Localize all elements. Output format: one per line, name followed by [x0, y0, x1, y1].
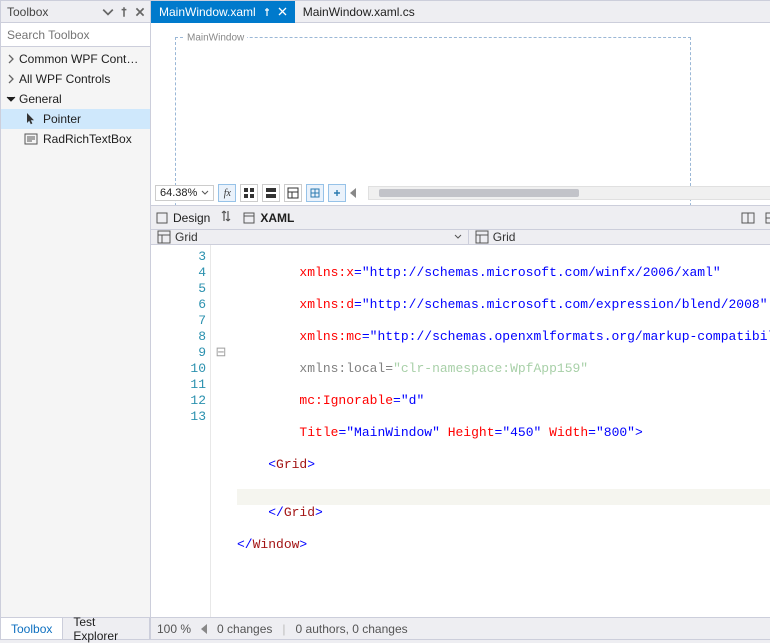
category-all-wpf[interactable]: All WPF Controls	[1, 69, 150, 89]
zoom-value: 64.38%	[160, 187, 197, 199]
toolbox-bottom-tabs: Toolbox Test Explorer	[1, 617, 150, 639]
authors-indicator[interactable]: 0 authors, 0 changes	[296, 622, 408, 636]
category-common-wpf[interactable]: Common WPF Cont…	[1, 49, 150, 69]
line-number-gutter: 3 4 5 6 7 8 9 10 11 12 13	[151, 245, 211, 617]
design-pane-tab[interactable]: Design	[155, 211, 210, 225]
pin-icon[interactable]	[118, 6, 130, 18]
effects-toggle-button[interactable]: fx	[218, 184, 236, 202]
xaml-label: XAML	[260, 211, 294, 225]
design-window-title: MainWindow	[184, 33, 247, 44]
swap-panes-icon[interactable]	[220, 209, 232, 226]
layout-button[interactable]	[284, 184, 302, 202]
zoom-level-dropdown[interactable]: 64.38%	[155, 185, 214, 201]
tab-test-explorer[interactable]: Test Explorer	[63, 618, 150, 639]
doc-tab-label: MainWindow.xaml.cs	[303, 5, 415, 19]
category-general[interactable]: General	[1, 89, 150, 109]
element-dropdown-right[interactable]: Grid	[469, 230, 770, 244]
designer-horizontal-scrollbar[interactable]	[368, 186, 770, 200]
category-label: Common WPF Cont…	[19, 52, 138, 66]
toolbox-search-input[interactable]	[1, 26, 168, 44]
chevron-right-icon	[5, 53, 17, 65]
tab-label: Test Explorer	[73, 615, 139, 643]
design-icon	[155, 211, 169, 225]
dropdown-value: Grid	[493, 230, 516, 244]
main-area: MainWindow.xaml MainWindow.xaml.cs MainW…	[151, 1, 770, 639]
snaplines-button[interactable]	[262, 184, 280, 202]
scrollbar-thumb[interactable]	[379, 189, 579, 197]
fold-gutter[interactable]: ⊟	[211, 245, 231, 617]
pin-icon[interactable]	[262, 7, 272, 17]
chevron-down-icon	[5, 93, 17, 105]
textbox-icon	[23, 132, 39, 146]
tool-pointer[interactable]: Pointer	[1, 109, 150, 129]
tool-label: Pointer	[43, 112, 81, 126]
scroll-left-icon[interactable]	[201, 624, 207, 634]
tab-toolbox[interactable]: Toolbox	[1, 618, 63, 639]
separator: |	[282, 622, 285, 636]
toolbox-title: Toolbox	[7, 5, 48, 19]
toolbox-search-row	[1, 23, 150, 47]
code-content[interactable]: xmlns:x="http://schemas.microsoft.com/wi…	[231, 245, 770, 617]
changes-indicator[interactable]: 0 changes	[217, 622, 272, 636]
chevron-right-icon	[5, 73, 17, 85]
toolbox-header: Toolbox	[1, 1, 150, 23]
tool-label: RadRichTextBox	[43, 132, 132, 146]
dropdown-value: Grid	[175, 230, 198, 244]
close-icon[interactable]	[278, 7, 287, 16]
split-vertical-icon[interactable]	[765, 211, 770, 225]
tool-radrichtextbox[interactable]: RadRichTextBox	[1, 129, 150, 149]
selection-sync-button[interactable]	[328, 184, 346, 202]
scroll-left-icon[interactable]	[350, 188, 356, 198]
cursor-icon	[23, 112, 39, 126]
xaml-code-editor[interactable]: 3 4 5 6 7 8 9 10 11 12 13 ⊟ xmlns:x="htt…	[151, 245, 770, 639]
close-icon[interactable]	[134, 6, 146, 18]
auto-layout-button[interactable]	[306, 184, 324, 202]
grid-snap-button[interactable]	[240, 184, 258, 202]
doc-tab-mainwindow-xaml-cs[interactable]: MainWindow.xaml.cs	[295, 1, 423, 23]
element-breadcrumb-row: Grid Grid	[151, 229, 770, 245]
design-xaml-splitter: Design XAML	[151, 205, 770, 229]
xaml-icon	[242, 211, 256, 225]
xaml-designer[interactable]: MainWindow 64.38% fx Design	[151, 23, 770, 229]
window-menu-icon[interactable]	[102, 6, 114, 18]
toolbox-tree: Common WPF Cont… All WPF Controls Genera…	[1, 47, 150, 617]
doc-tab-mainwindow-xaml[interactable]: MainWindow.xaml	[151, 1, 295, 23]
category-label: General	[19, 92, 62, 106]
designer-zoom-toolbar: 64.38% fx	[155, 183, 770, 203]
design-label: Design	[173, 211, 210, 225]
xaml-pane-tab[interactable]: XAML	[242, 211, 294, 225]
editor-zoom[interactable]: 100 %	[157, 622, 191, 636]
document-tabs: MainWindow.xaml MainWindow.xaml.cs	[151, 1, 770, 23]
editor-statusbar: 100 % 0 changes | 0 authors, 0 changes	[151, 617, 770, 639]
split-horizontal-icon[interactable]	[741, 211, 755, 225]
toolbox-panel: Toolbox Common WPF Cont… All WPF Control…	[1, 1, 151, 639]
tab-label: Toolbox	[11, 622, 52, 636]
doc-tab-label: MainWindow.xaml	[159, 5, 256, 19]
category-label: All WPF Controls	[19, 72, 110, 86]
element-dropdown-left[interactable]: Grid	[151, 230, 469, 244]
